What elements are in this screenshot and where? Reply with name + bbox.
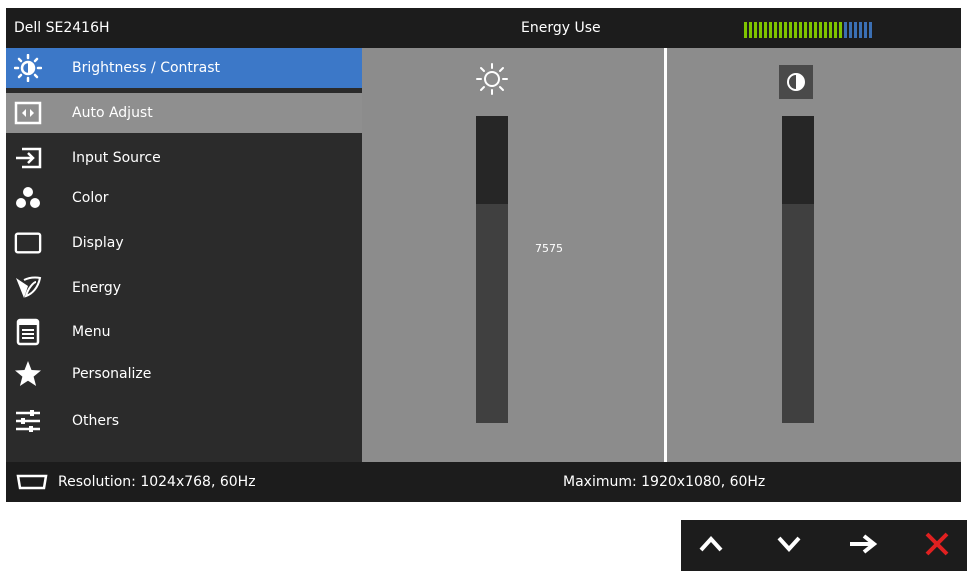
down-button[interactable] [759, 520, 819, 571]
menu-item-label: Auto Adjust [72, 105, 153, 121]
monitor-osd: Dell SE2416H Energy Use Brightness / Con… [6, 8, 961, 502]
energy-meter-segment [749, 22, 752, 38]
energy-icon [14, 274, 42, 302]
energy-meter-segment [784, 22, 787, 38]
energy-meter-segment [764, 22, 767, 38]
menu-item-personalize[interactable]: Personalize [6, 354, 362, 394]
menu-item-label: Brightness / Contrast [72, 60, 221, 76]
menu-item-label: Input Source [72, 150, 161, 166]
menu-item-energy[interactable]: Energy [6, 268, 362, 308]
energy-meter-segment [809, 22, 812, 38]
current-resolution: Resolution: 1024x768, 60Hz [58, 474, 256, 490]
monitor-connector-icon [14, 472, 50, 492]
osd-menu: Brightness / Contrast Auto Adjust Input … [6, 48, 362, 462]
color-icon [14, 184, 42, 212]
menu-item-menu[interactable]: Menu [6, 312, 362, 352]
menu-item-label: Menu [72, 324, 111, 340]
brightness-slider[interactable] [476, 116, 508, 423]
input-source-icon [14, 144, 42, 172]
auto-adjust-icon [14, 99, 42, 127]
display-icon [14, 229, 42, 257]
osd-header: Dell SE2416H Energy Use [6, 8, 961, 48]
energy-meter-segment [834, 22, 837, 38]
up-button[interactable] [681, 520, 741, 571]
menu-item-auto-adjust[interactable]: Auto Adjust [6, 93, 362, 133]
contrast-slider-track [782, 116, 814, 204]
close-icon [924, 531, 950, 561]
energy-meter-segment [829, 22, 832, 38]
energy-meter-segment [794, 22, 797, 38]
up-arrow-icon [698, 535, 724, 557]
menu-item-label: Color [72, 190, 109, 206]
menu-item-display[interactable]: Display [6, 223, 362, 263]
energy-meter-segment [814, 22, 817, 38]
energy-meter-segment [759, 22, 762, 38]
energy-meter-segment [824, 22, 827, 38]
others-icon [14, 407, 42, 435]
brightness-slider-track [476, 116, 508, 204]
energy-meter-segment [819, 22, 822, 38]
menu-item-brightness-contrast[interactable]: Brightness / Contrast [6, 48, 362, 88]
menu-icon [14, 318, 42, 346]
energy-meter-segment [864, 22, 867, 38]
brightness-icon [14, 54, 42, 82]
energy-meter-segment [859, 22, 862, 38]
osd-footer: Resolution: 1024x768, 60Hz Maximum: 1920… [6, 462, 961, 502]
menu-item-others[interactable]: Others [6, 401, 362, 441]
down-arrow-icon [776, 535, 802, 557]
energy-meter-segment [854, 22, 857, 38]
energy-meter-segment [779, 22, 782, 38]
contrast-slider[interactable] [782, 116, 814, 423]
maximum-resolution: Maximum: 1920x1080, 60Hz [563, 474, 766, 490]
monitor-model: Dell SE2416H [14, 20, 110, 36]
menu-item-label: Others [72, 413, 120, 429]
energy-meter-segment [744, 22, 747, 38]
menu-item-label: Personalize [72, 366, 152, 382]
enter-button[interactable] [833, 520, 893, 571]
menu-item-label: Energy [72, 280, 122, 296]
osd-button-bar [681, 520, 967, 571]
menu-item-input-source[interactable]: Input Source [6, 138, 362, 178]
brightness-value: 7575 [535, 242, 563, 255]
personalize-icon [14, 360, 42, 388]
menu-item-label: Display [72, 235, 124, 251]
energy-meter-segment [754, 22, 757, 38]
energy-meter-segment [774, 22, 777, 38]
right-arrow-icon [848, 533, 878, 559]
energy-meter-segment [804, 22, 807, 38]
energy-meter-segment [844, 22, 847, 38]
panel-divider [664, 48, 667, 462]
energy-meter-segment [849, 22, 852, 38]
contrast-icon [779, 65, 813, 99]
energy-meter-segment [869, 22, 872, 38]
settings-panel: 7575 [362, 48, 961, 462]
exit-button[interactable] [907, 520, 967, 571]
energy-meter-segment [799, 22, 802, 38]
menu-item-color[interactable]: Color [6, 178, 362, 218]
energy-meter-segment [789, 22, 792, 38]
energy-meter [744, 22, 872, 38]
sun-icon [475, 62, 509, 96]
energy-meter-segment [839, 22, 842, 38]
energy-use-label: Energy Use [521, 20, 601, 36]
energy-meter-segment [769, 22, 772, 38]
